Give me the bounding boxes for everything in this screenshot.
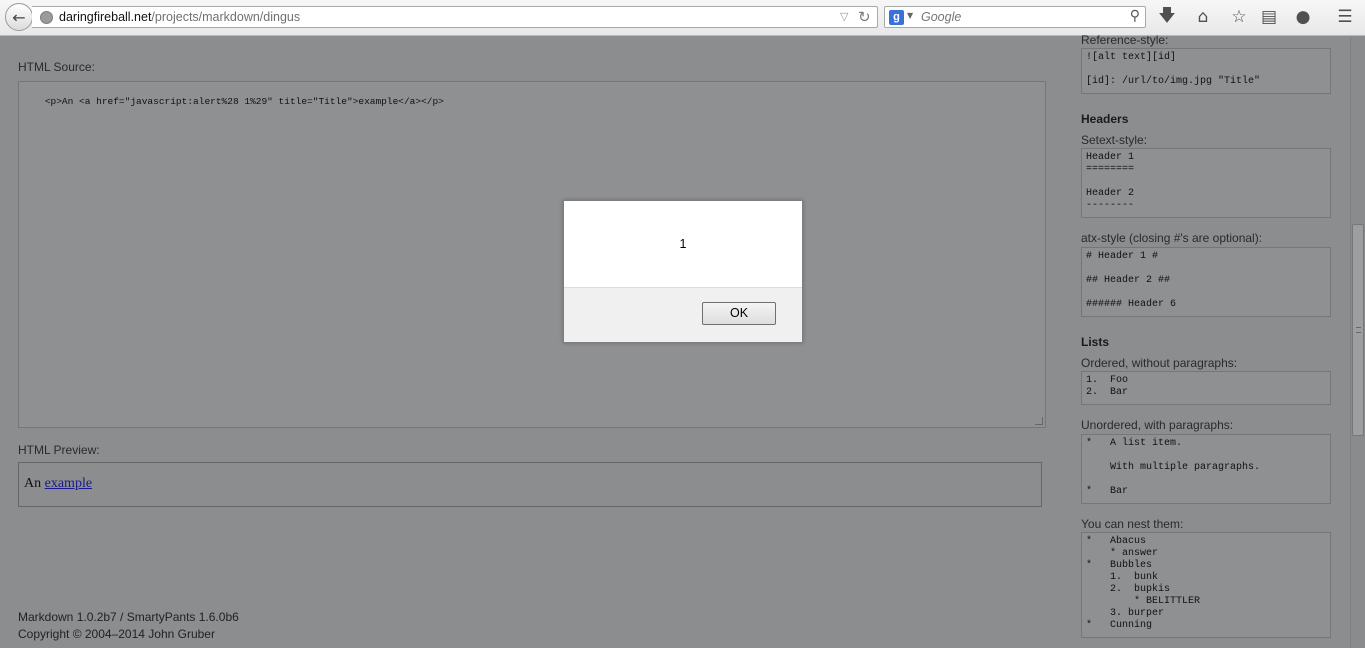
html-source-label: HTML Source:: [18, 60, 95, 74]
chat-icon[interactable]: ●: [1291, 5, 1315, 29]
headers-heading: Headers: [1081, 112, 1129, 126]
footer-copyright: Copyright © 2004–2014 John Gruber: [18, 627, 215, 641]
browser-toolbar: ← daringfireball.net/projects/markdown/d…: [0, 0, 1365, 36]
search-icon[interactable]: ⚲: [1130, 8, 1140, 24]
preview-link[interactable]: example: [45, 476, 92, 491]
globe-icon: [40, 11, 53, 24]
engine-dropdown-icon[interactable]: ▼: [907, 11, 913, 20]
url-path: /projects/markdown/dingus: [151, 10, 301, 24]
setext-code: Header 1 ======== Header 2 --------: [1081, 148, 1331, 218]
url-text: daringfireball.net/projects/markdown/din…: [59, 10, 300, 25]
html-source-textarea[interactable]: <p>An <a href="javascript:alert%28 1%29"…: [18, 81, 1046, 428]
alert-message: 1: [679, 237, 687, 251]
unordered-code: * A list item. With multiple paragraphs.…: [1081, 434, 1331, 504]
history-dropdown-icon[interactable]: ▽: [840, 10, 848, 23]
google-icon[interactable]: g: [889, 10, 904, 25]
download-icon[interactable]: 🡇: [1155, 5, 1179, 29]
unordered-label: Unordered, with paragraphs:: [1081, 418, 1234, 432]
atx-label: atx-style (closing #'s are optional):: [1081, 231, 1263, 245]
home-icon[interactable]: ⌂: [1191, 5, 1215, 29]
alert-body: 1: [564, 201, 802, 288]
preview-text: An: [24, 476, 42, 491]
vertical-scrollbar[interactable]: [1350, 37, 1365, 648]
reference-style-label: Reference-style:: [1081, 33, 1169, 47]
footer-version: Markdown 1.0.2b7 / SmartyPants 1.6.0b6: [18, 610, 239, 624]
nest-code: * Abacus * answer * Bubbles 1. bunk 2. b…: [1081, 532, 1331, 638]
bookmark-star-icon[interactable]: ☆: [1227, 5, 1251, 29]
reload-icon[interactable]: ↻: [858, 8, 871, 26]
back-icon[interactable]: ←: [5, 3, 33, 31]
html-preview-label: HTML Preview:: [18, 443, 100, 457]
lists-heading: Lists: [1081, 335, 1110, 349]
reading-list-icon[interactable]: ▤: [1257, 5, 1281, 29]
setext-label: Setext-style:: [1081, 133, 1148, 147]
atx-code: # Header 1 # ## Header 2 ## ###### Heade…: [1081, 247, 1331, 317]
html-preview: An example: [18, 462, 1042, 507]
ok-button[interactable]: OK: [702, 302, 776, 325]
reference-style-code: ![alt text][id] [id]: /url/to/img.jpg "T…: [1081, 48, 1331, 94]
ordered-code: 1. Foo 2. Bar: [1081, 371, 1331, 405]
url-bar[interactable]: daringfireball.net/projects/markdown/din…: [32, 6, 878, 28]
scroll-grip-icon: [1356, 327, 1361, 333]
scroll-thumb[interactable]: [1352, 224, 1364, 436]
nest-label: You can nest them:: [1081, 517, 1184, 531]
alert-dialog: 1 OK: [563, 200, 803, 343]
search-input[interactable]: Google: [921, 10, 961, 24]
html-source-code: <p>An <a href="javascript:alert%28 1%29"…: [44, 96, 444, 107]
resize-grip-icon[interactable]: [1035, 417, 1043, 425]
search-bar[interactable]: g ▼ Google ⚲: [884, 6, 1146, 28]
menu-icon[interactable]: ☰: [1333, 5, 1357, 29]
url-domain: daringfireball.net: [59, 10, 152, 24]
ordered-label: Ordered, without paragraphs:: [1081, 356, 1238, 370]
